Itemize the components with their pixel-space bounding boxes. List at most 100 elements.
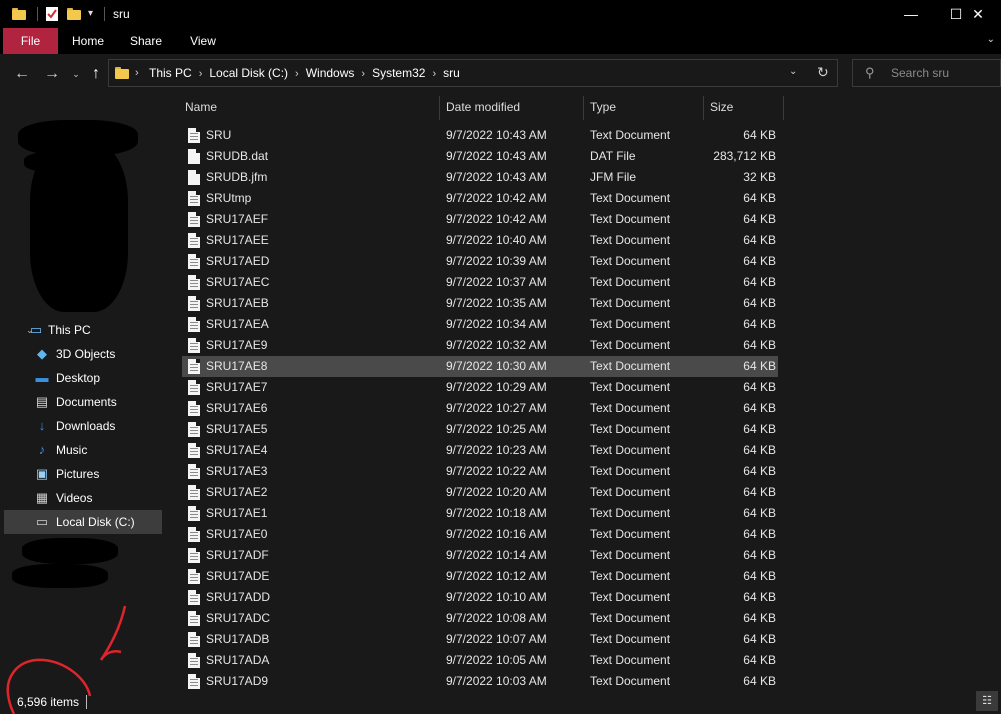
customize-toolbar-icon[interactable]: ▾ bbox=[88, 8, 98, 24]
tab-view[interactable]: View bbox=[181, 28, 225, 54]
column-header-name[interactable]: Name bbox=[185, 92, 217, 122]
breadcrumb-local-disk[interactable]: Local Disk (C:) bbox=[209, 60, 288, 86]
file-type: Text Document bbox=[590, 317, 671, 331]
refresh-button[interactable]: ↻ bbox=[817, 64, 829, 81]
table-row[interactable]: SRU17ADF 9/7/2022 10:14 AM Text Document 64… bbox=[182, 545, 778, 566]
text-file-icon bbox=[188, 401, 200, 416]
sidebar-item-3d-objects[interactable]: ◆ 3D Objects bbox=[4, 342, 162, 366]
file-icon bbox=[188, 170, 200, 185]
table-row[interactable]: SRU17AE2 9/7/2022 10:20 AM Text Document 64… bbox=[182, 482, 778, 503]
table-row[interactable]: SRU17ADA 9/7/2022 10:05 AM Text Document 64… bbox=[182, 650, 778, 671]
close-button[interactable]: ✕ bbox=[955, 0, 1001, 28]
breadcrumb-windows[interactable]: Windows bbox=[306, 60, 355, 86]
sidebar-item-videos[interactable]: ▦ Videos bbox=[4, 486, 162, 510]
tab-file[interactable]: File bbox=[3, 28, 58, 54]
sidebar-item-downloads[interactable]: ↓ Downloads bbox=[4, 414, 162, 438]
redaction-mark bbox=[12, 564, 108, 588]
table-row[interactable]: SRUDB.jfm 9/7/2022 10:43 AM JFM File 32 KB bbox=[182, 167, 778, 188]
folder-icon bbox=[115, 66, 129, 80]
new-folder-icon[interactable] bbox=[67, 6, 81, 22]
file-type: Text Document bbox=[590, 548, 671, 562]
table-row[interactable]: SRU 9/7/2022 10:43 AM Text Document 64 KB bbox=[182, 125, 778, 146]
table-row[interactable]: SRU17AEF 9/7/2022 10:42 AM Text Document 64… bbox=[182, 209, 778, 230]
text-file-icon bbox=[188, 191, 200, 206]
table-row[interactable]: SRU17AE1 9/7/2022 10:18 AM Text Document 64… bbox=[182, 503, 778, 524]
sidebar-item-pictures[interactable]: ▣ Pictures bbox=[4, 462, 162, 486]
column-divider[interactable] bbox=[783, 96, 784, 120]
table-row[interactable]: SRU17AE8 9/7/2022 10:30 AM Text Document 64… bbox=[182, 356, 778, 377]
search-input[interactable] bbox=[891, 61, 997, 85]
table-row[interactable]: SRUDB.dat 9/7/2022 10:43 AM DAT File 283,71… bbox=[182, 146, 778, 167]
file-name: SRU17AEF bbox=[206, 212, 269, 226]
chevron-right-icon: › bbox=[135, 67, 139, 79]
sidebar-item-this-pc[interactable]: ⌄ ▭ This PC bbox=[4, 318, 162, 342]
table-row[interactable]: SRU17AE3 9/7/2022 10:22 AM Text Document 64… bbox=[182, 461, 778, 482]
table-row[interactable]: SRU17AE0 9/7/2022 10:16 AM Text Document 64… bbox=[182, 524, 778, 545]
details-view-button[interactable]: ☷ bbox=[976, 691, 998, 711]
table-row[interactable]: SRU17AE6 9/7/2022 10:27 AM Text Document 64… bbox=[182, 398, 778, 419]
chevron-right-icon[interactable]: › bbox=[199, 61, 203, 87]
address-bar[interactable]: › This PC › Local Disk (C:) › Windows › System… bbox=[108, 59, 838, 87]
back-button[interactable]: ← bbox=[12, 64, 32, 84]
search-box[interactable]: ⚲ bbox=[852, 59, 1001, 87]
chevron-right-icon[interactable]: › bbox=[432, 61, 436, 87]
table-row[interactable]: SRU17AD9 9/7/2022 10:03 AM Text Document 64… bbox=[182, 671, 778, 690]
table-row[interactable]: SRU17ADE 9/7/2022 10:12 AM Text Document 64… bbox=[182, 566, 778, 587]
sidebar-item-label: Music bbox=[56, 443, 88, 457]
table-row[interactable]: SRUtmp 9/7/2022 10:42 AM Text Document 64 K… bbox=[182, 188, 778, 209]
file-date-modified: 9/7/2022 10:40 AM bbox=[446, 233, 547, 247]
window-title: sru bbox=[113, 7, 130, 21]
table-row[interactable]: SRU17AEA 9/7/2022 10:34 AM Text Document 64… bbox=[182, 314, 778, 335]
table-row[interactable]: SRU17AE5 9/7/2022 10:25 AM Text Document 64… bbox=[182, 419, 778, 440]
forward-button[interactable]: → bbox=[42, 64, 62, 84]
table-row[interactable]: SRU17AE7 9/7/2022 10:29 AM Text Document 64… bbox=[182, 377, 778, 398]
sidebar-item-label: Desktop bbox=[56, 371, 101, 385]
sidebar-item-local-disk[interactable]: ▭ Local Disk (C:) bbox=[4, 510, 162, 534]
minimize-button[interactable]: — bbox=[888, 0, 934, 28]
table-row[interactable]: SRU17ADD 9/7/2022 10:10 AM Text Document 64… bbox=[182, 587, 778, 608]
sidebar-item-music[interactable]: ♪ Music bbox=[4, 438, 162, 462]
table-row[interactable]: SRU17AE9 9/7/2022 10:32 AM Text Document 64… bbox=[182, 335, 778, 356]
file-type: Text Document bbox=[590, 443, 671, 457]
expand-ribbon-icon[interactable]: ⌄ bbox=[987, 34, 995, 45]
file-date-modified: 9/7/2022 10:20 AM bbox=[446, 485, 547, 499]
chevron-right-icon[interactable]: › bbox=[295, 61, 299, 87]
text-file-icon bbox=[188, 569, 200, 584]
address-row: ← → ⌄ ↑ › This PC › Local Disk (C:) › Window… bbox=[0, 54, 1001, 92]
column-header-type[interactable]: Type bbox=[590, 92, 616, 122]
tab-home[interactable]: Home bbox=[66, 28, 110, 54]
up-button[interactable]: ↑ bbox=[86, 64, 106, 84]
table-row[interactable]: SRU17AEC 9/7/2022 10:37 AM Text Document 64… bbox=[182, 272, 778, 293]
column-divider[interactable] bbox=[703, 96, 704, 120]
folder-icon[interactable] bbox=[12, 6, 26, 22]
file-size: 64 KB bbox=[743, 233, 776, 247]
column-divider[interactable] bbox=[439, 96, 440, 120]
breadcrumb-sru[interactable]: sru bbox=[443, 60, 460, 86]
column-header-date[interactable]: Date modified bbox=[446, 92, 520, 122]
recent-locations-icon[interactable]: ⌄ bbox=[66, 64, 86, 84]
properties-icon[interactable] bbox=[45, 6, 59, 22]
table-row[interactable]: SRU17ADB 9/7/2022 10:07 AM Text Document 64… bbox=[182, 629, 778, 650]
chevron-down-icon[interactable]: ⌄ bbox=[789, 66, 797, 77]
breadcrumb-this-pc[interactable]: This PC bbox=[149, 60, 192, 86]
sidebar-item-documents[interactable]: ▤ Documents bbox=[4, 390, 162, 414]
chevron-right-icon[interactable]: › bbox=[361, 61, 365, 87]
table-row[interactable]: SRU17AEB 9/7/2022 10:35 AM Text Document 64… bbox=[182, 293, 778, 314]
file-date-modified: 9/7/2022 10:43 AM bbox=[446, 128, 547, 142]
column-header-size[interactable]: Size bbox=[710, 92, 733, 122]
column-divider[interactable] bbox=[583, 96, 584, 120]
sidebar-item-label: Downloads bbox=[56, 419, 116, 433]
table-row[interactable]: SRU17AED 9/7/2022 10:39 AM Text Document 64… bbox=[182, 251, 778, 272]
breadcrumb-system32[interactable]: System32 bbox=[372, 60, 425, 86]
file-type: Text Document bbox=[590, 590, 671, 604]
sidebar-item-desktop[interactable]: ▬ Desktop bbox=[4, 366, 162, 390]
tab-share[interactable]: Share bbox=[124, 28, 168, 54]
file-size: 64 KB bbox=[743, 338, 776, 352]
file-date-modified: 9/7/2022 10:14 AM bbox=[446, 548, 547, 562]
table-row[interactable]: SRU17ADC 9/7/2022 10:08 AM Text Document 64… bbox=[182, 608, 778, 629]
table-row[interactable]: SRU17AE4 9/7/2022 10:23 AM Text Document 64… bbox=[182, 440, 778, 461]
file-name: SRU17ADC bbox=[206, 611, 271, 625]
text-file-icon bbox=[188, 422, 200, 437]
file-date-modified: 9/7/2022 10:37 AM bbox=[446, 275, 547, 289]
table-row[interactable]: SRU17AEE 9/7/2022 10:40 AM Text Document 64… bbox=[182, 230, 778, 251]
